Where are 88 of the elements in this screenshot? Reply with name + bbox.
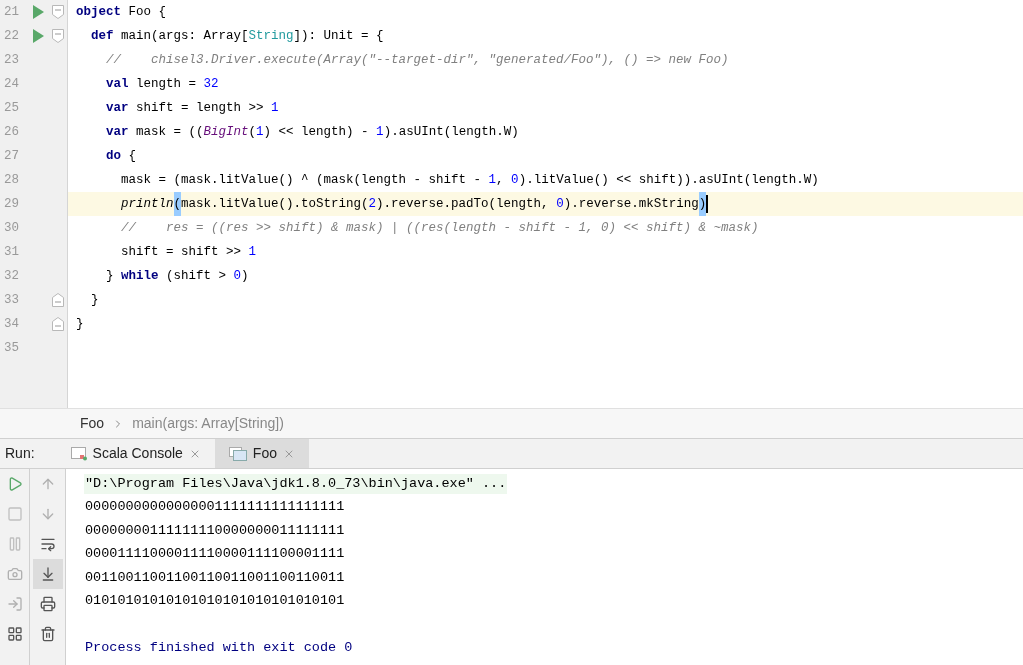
console-line: 00001111000011110000111100001111 — [84, 545, 346, 564]
line-number: 28 — [3, 171, 20, 189]
code-token: ( — [173, 192, 182, 216]
console-line: 00000000111111110000000011111111 — [84, 521, 346, 540]
fold-icon[interactable] — [52, 29, 64, 43]
line-number: 35 — [3, 339, 20, 357]
code-token: BigInt — [203, 124, 249, 141]
console-icon — [70, 446, 87, 461]
code-token: shift = length >> — [135, 100, 265, 117]
line-number: 26 — [3, 123, 20, 141]
line-number: 21 — [3, 3, 20, 21]
console-line: 00110011001100110011001100110011 — [84, 568, 346, 587]
code-token: object — [76, 4, 121, 21]
line-number: 24 — [3, 75, 20, 93]
code-token: String — [248, 28, 294, 45]
code-token: println — [120, 196, 174, 213]
code-token: 1 — [256, 124, 264, 141]
code-token: 1 — [248, 244, 257, 261]
code-token: } — [90, 292, 99, 309]
code-token: while — [121, 268, 159, 285]
camera-icon — [6, 566, 23, 582]
line-number: 22 — [3, 27, 20, 45]
code-token: var — [105, 100, 129, 117]
line-number: 33 — [3, 291, 20, 309]
breadcrumb[interactable]: Foo — [80, 413, 105, 434]
line-number: 31 — [3, 243, 20, 261]
fold-icon[interactable] — [52, 317, 64, 331]
code-token: Foo { — [127, 4, 167, 21]
code-token: def — [90, 28, 114, 45]
line-number: 27 — [3, 147, 20, 165]
code-token: shift = shift >> — [120, 244, 243, 261]
code-token: 0 — [556, 196, 564, 213]
code-token: , — [496, 172, 505, 189]
code-token: ).reverse.padTo(length, — [376, 196, 550, 213]
text-caret — [706, 195, 709, 213]
print-icon — [39, 596, 56, 612]
line-number: 23 — [3, 51, 20, 69]
code-token: ) — [241, 268, 249, 285]
fold-icon[interactable] — [52, 5, 64, 19]
code-comment: // res = ((res >> shift) & mask) | ((res(length - shift - 1, 0) << shift) & ~mask) — [120, 220, 759, 237]
code-token: ).asUInt(length.W) — [383, 124, 519, 141]
run-tab[interactable]: Foo — [214, 439, 309, 468]
code-token: 0 — [511, 172, 519, 189]
code-comment: // chisel3.Driver.execute(Array("--target-dir", "generated/Foo"), () => new Foo) — [105, 52, 729, 69]
code-token: ) << length) - — [263, 124, 370, 141]
run-icon[interactable] — [32, 5, 44, 19]
code-token: do — [105, 148, 121, 165]
code-token: ) — [698, 192, 707, 216]
stop-icon — [6, 506, 23, 522]
run-label: Run: — [4, 444, 36, 463]
trash-icon — [39, 626, 56, 642]
code-token: main(args: Array[ — [120, 28, 249, 45]
code-token: mask.litValue().toString( — [181, 196, 369, 213]
code-token: ( — [248, 124, 257, 141]
layout-icon — [6, 626, 23, 642]
code-token: 1 — [271, 100, 279, 117]
scroll-to-end-button[interactable] — [32, 559, 63, 589]
code-token: (shift > — [165, 268, 228, 285]
code-token: var — [105, 124, 129, 141]
console-line: 01010101010101010101010101010101 — [84, 592, 346, 611]
code-token: 1 — [376, 124, 384, 141]
fold-icon[interactable] — [52, 293, 64, 307]
exit-icon — [6, 596, 23, 612]
line-number: 29 — [3, 195, 20, 213]
code-token: { — [127, 148, 137, 165]
console-line: Process finished with exit code 0 — [84, 639, 354, 658]
code-token: ]): Unit = { — [293, 28, 384, 45]
run-icon[interactable] — [32, 29, 44, 43]
line-number: 30 — [3, 219, 20, 237]
code-token: } — [76, 316, 84, 333]
line-number: 25 — [3, 99, 20, 117]
code-token: length = — [135, 76, 198, 93]
run-tab[interactable]: Scala Console — [56, 439, 215, 468]
code-token: 2 — [368, 196, 377, 213]
code-token: 32 — [203, 76, 219, 93]
code-token: 0 — [233, 268, 242, 285]
code-token: mask = (mask.litValue() ^ (mask(length - shift - — [120, 172, 483, 189]
soft-wrap-icon — [39, 536, 56, 552]
window-icon — [228, 446, 247, 461]
code-token: ).litValue() << shift)).asUInt(length.W) — [518, 172, 819, 189]
code-token: val — [105, 76, 129, 93]
code-token: mask = (( — [135, 124, 204, 141]
code-token: ).reverse.mkString — [563, 196, 699, 213]
code-token: } — [105, 268, 115, 285]
console-line: 00000000000000001111111111111111 — [84, 498, 346, 517]
line-number: 32 — [3, 267, 20, 285]
line-number: 34 — [3, 315, 20, 333]
code-token: 1 — [488, 172, 497, 189]
